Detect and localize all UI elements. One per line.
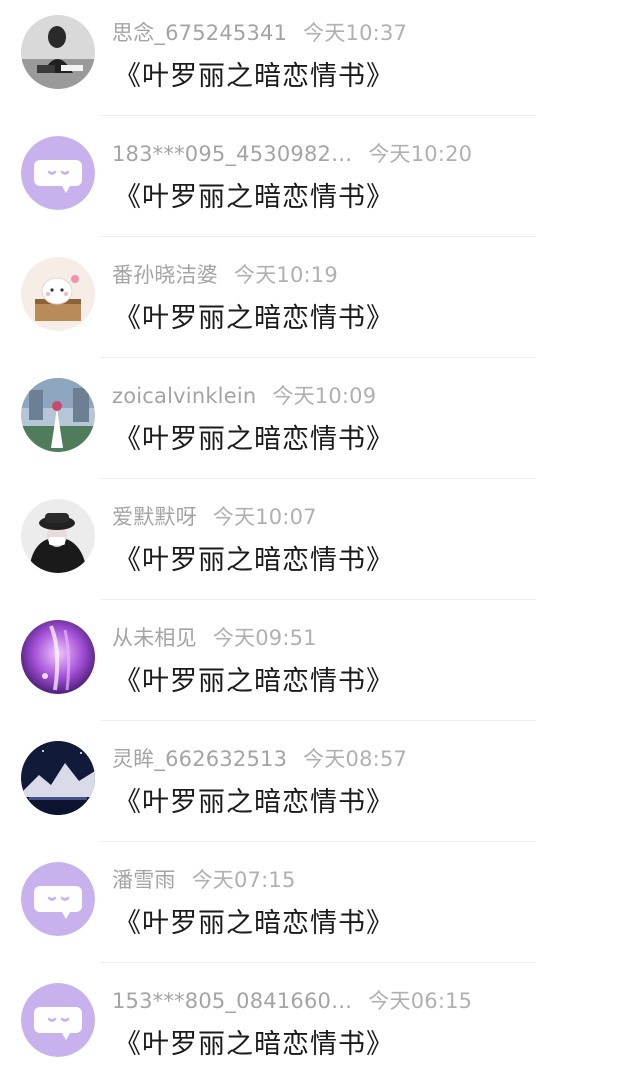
list-item[interactable]: 爱默默呀 今天10:07 《叶罗丽之暗恋情书》 xyxy=(0,484,640,605)
timestamp: 今天09:51 xyxy=(212,626,317,650)
message-text[interactable]: 《叶罗丽之暗恋情书》 xyxy=(114,54,394,93)
list-item[interactable]: 153***805_0841660… 今天06:15 《叶罗丽之暗恋情书》 xyxy=(0,968,640,1089)
sender-name: 183***095_4530982… xyxy=(112,142,353,166)
timestamp: 今天10:09 xyxy=(272,384,377,408)
divider xyxy=(100,962,536,963)
message-text[interactable]: 《叶罗丽之暗恋情书》 xyxy=(114,296,394,335)
sender-name: 爱默默呀 xyxy=(112,505,197,529)
timestamp: 今天07:15 xyxy=(191,868,296,892)
sender-name: 思念_675245341 xyxy=(112,21,288,45)
sender-name: 灵眸_662632513 xyxy=(112,747,288,771)
avatar[interactable] xyxy=(21,741,95,815)
list-item[interactable]: 番孙晓洁婆 今天10:19 《叶罗丽之暗恋情书》 xyxy=(0,242,640,363)
message-meta: 153***805_0841660… 今天06:15 xyxy=(112,985,472,1015)
sender-name: zoicalvinklein xyxy=(112,384,257,408)
default-chat-avatar-icon[interactable] xyxy=(21,983,95,1057)
timestamp: 今天10:19 xyxy=(234,263,338,287)
message-text[interactable]: 《叶罗丽之暗恋情书》 xyxy=(114,901,394,940)
message-meta: 灵眸_662632513 今天08:57 xyxy=(112,743,407,773)
message-meta: 番孙晓洁婆 今天10:19 xyxy=(112,259,338,289)
message-meta: 思念_675245341 今天10:37 xyxy=(112,17,407,47)
message-meta: zoicalvinklein 今天10:09 xyxy=(112,380,376,410)
message-text[interactable]: 《叶罗丽之暗恋情书》 xyxy=(114,175,394,214)
divider xyxy=(100,478,536,479)
timestamp: 今天08:57 xyxy=(303,747,408,771)
divider xyxy=(100,720,536,721)
list-item[interactable]: 183***095_4530982… 今天10:20 《叶罗丽之暗恋情书》 xyxy=(0,121,640,242)
sender-name: 从未相见 xyxy=(112,626,197,650)
timestamp: 今天10:20 xyxy=(368,142,473,166)
message-meta: 爱默默呀 今天10:07 xyxy=(112,501,317,531)
avatar[interactable] xyxy=(21,620,95,694)
list-item[interactable]: 思念_675245341 今天10:37 《叶罗丽之暗恋情书》 xyxy=(0,0,640,121)
sender-name: 潘雪雨 xyxy=(112,868,176,892)
timestamp: 今天10:07 xyxy=(212,505,317,529)
avatar[interactable] xyxy=(21,378,95,452)
divider xyxy=(100,236,536,237)
message-meta: 从未相见 今天09:51 xyxy=(112,622,317,652)
default-chat-avatar-icon[interactable] xyxy=(21,862,95,936)
timestamp: 今天06:15 xyxy=(368,989,473,1013)
message-meta: 潘雪雨 今天07:15 xyxy=(112,864,296,894)
message-text[interactable]: 《叶罗丽之暗恋情书》 xyxy=(114,780,394,819)
list-item[interactable]: 灵眸_662632513 今天08:57 《叶罗丽之暗恋情书》 xyxy=(0,726,640,847)
sender-name: 番孙晓洁婆 xyxy=(112,263,218,287)
avatar[interactable] xyxy=(21,15,95,89)
timestamp: 今天10:37 xyxy=(303,21,408,45)
avatar[interactable] xyxy=(21,257,95,331)
list-item[interactable]: 潘雪雨 今天07:15 《叶罗丽之暗恋情书》 xyxy=(0,847,640,968)
message-text[interactable]: 《叶罗丽之暗恋情书》 xyxy=(114,659,394,698)
message-meta: 183***095_4530982… 今天10:20 xyxy=(112,138,472,168)
avatar[interactable] xyxy=(21,499,95,573)
message-text[interactable]: 《叶罗丽之暗恋情书》 xyxy=(114,417,394,456)
divider xyxy=(100,599,536,600)
divider xyxy=(100,357,536,358)
list-item[interactable]: 从未相见 今天09:51 《叶罗丽之暗恋情书》 xyxy=(0,605,640,726)
message-text[interactable]: 《叶罗丽之暗恋情书》 xyxy=(114,538,394,577)
message-list: 思念_675245341 今天10:37 《叶罗丽之暗恋情书》 183***095… xyxy=(0,0,640,1088)
divider xyxy=(100,115,536,116)
divider xyxy=(100,841,536,842)
sender-name: 153***805_0841660… xyxy=(112,989,353,1013)
list-item[interactable]: zoicalvinklein 今天10:09 《叶罗丽之暗恋情书》 xyxy=(0,363,640,484)
default-chat-avatar-icon[interactable] xyxy=(21,136,95,210)
message-text[interactable]: 《叶罗丽之暗恋情书》 xyxy=(114,1022,394,1061)
